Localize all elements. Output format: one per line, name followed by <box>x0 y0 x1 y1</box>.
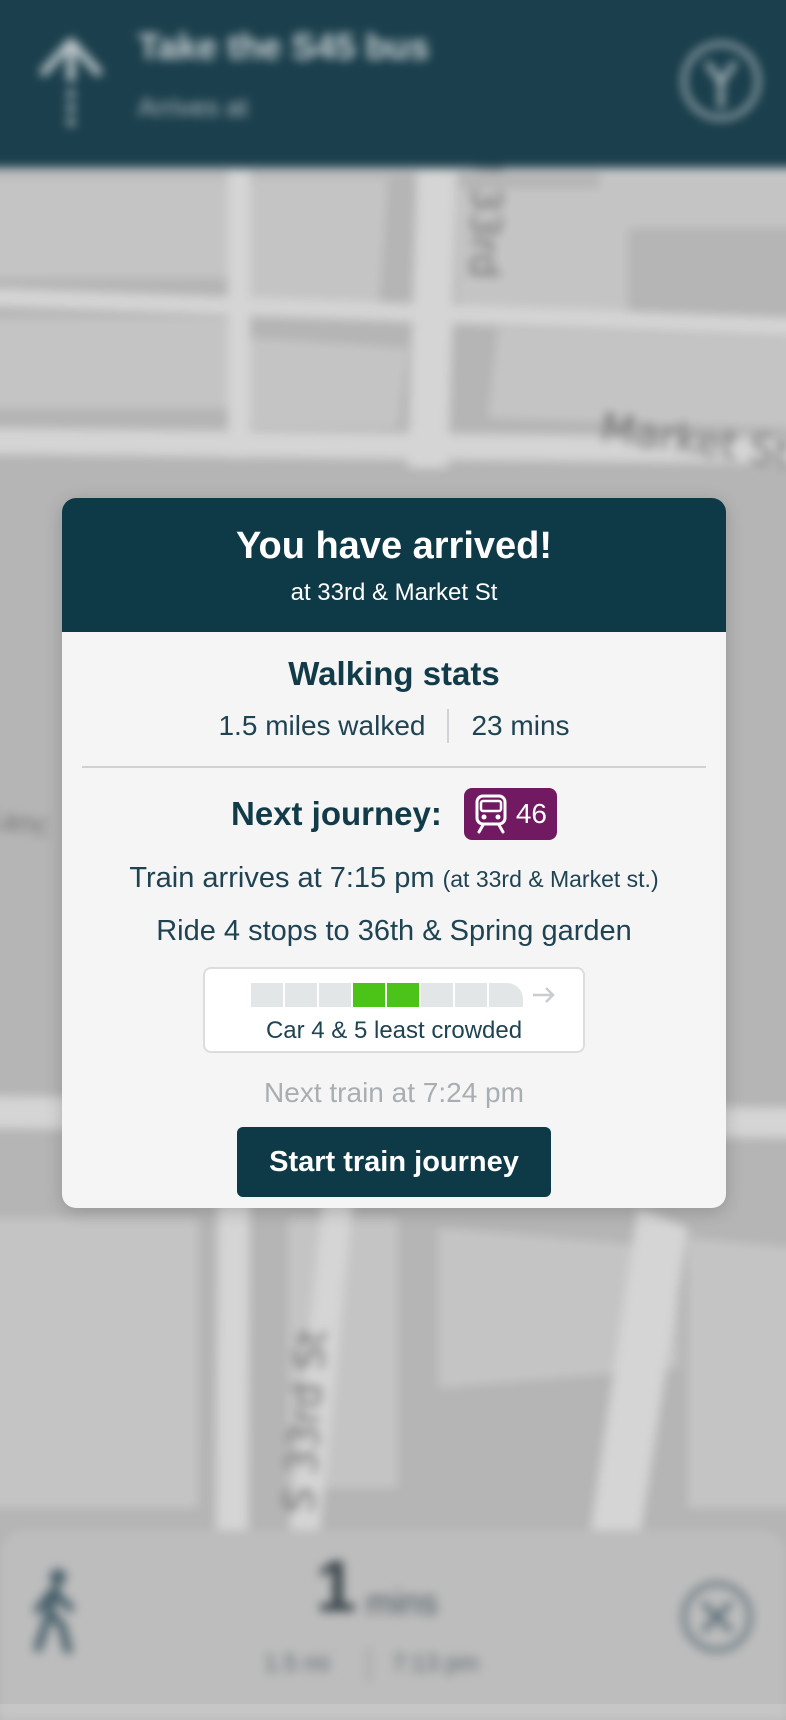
train-car-7 <box>455 983 487 1007</box>
train-cars <box>251 983 557 1007</box>
section-divider <box>82 766 706 768</box>
stats-divider <box>447 709 450 743</box>
ride-instruction: Ride 4 stops to 36th & Spring garden <box>156 915 632 947</box>
dialog-header: You have arrived! at 33rd & Market St <box>62 498 726 632</box>
next-train-time: Next train at 7:24 pm <box>264 1077 524 1108</box>
crowding-text: Car 4 & 5 least crowded <box>265 1017 523 1044</box>
walked-distance: 1.5 miles walked <box>218 710 426 741</box>
crowding-indicator: Car 4 & 5 least crowded <box>203 967 585 1053</box>
train-arrival-location: (at 33rd & Market st.) <box>442 866 659 892</box>
direction-arrow-icon <box>533 987 555 1003</box>
walking-stats-row: 1.5 miles walked 23 mins <box>62 706 726 746</box>
walking-stats-title: Walking stats <box>288 655 500 692</box>
train-car-8 <box>489 983 523 1007</box>
next-journey-label: Next journey: <box>230 795 442 832</box>
dialog-subtitle: at 33rd & Market St <box>290 579 498 606</box>
train-icon <box>475 794 507 834</box>
train-car-3 <box>319 983 351 1007</box>
route-badge: 46 <box>463 788 558 840</box>
route-number: 46 <box>515 798 548 829</box>
dialog-title: You have arrived! <box>235 525 553 567</box>
train-car-6 <box>421 983 453 1007</box>
train-arrival-line: Train arrives at 7:15 pm (at 33rd & Mark… <box>62 858 726 899</box>
train-arrival-text: Train arrives at 7:15 pm <box>129 862 435 894</box>
start-train-journey-button[interactable]: Start train journey <box>237 1127 551 1197</box>
arrival-dialog: You have arrived! at 33rd & Market St Wa… <box>62 498 726 1208</box>
train-car-2 <box>285 983 317 1007</box>
next-journey-row: Next journey: 46 <box>62 788 726 840</box>
train-car-1 <box>251 983 283 1007</box>
train-car-4 <box>353 983 385 1007</box>
walked-duration: 23 mins <box>471 710 570 741</box>
train-car-5 <box>387 983 419 1007</box>
